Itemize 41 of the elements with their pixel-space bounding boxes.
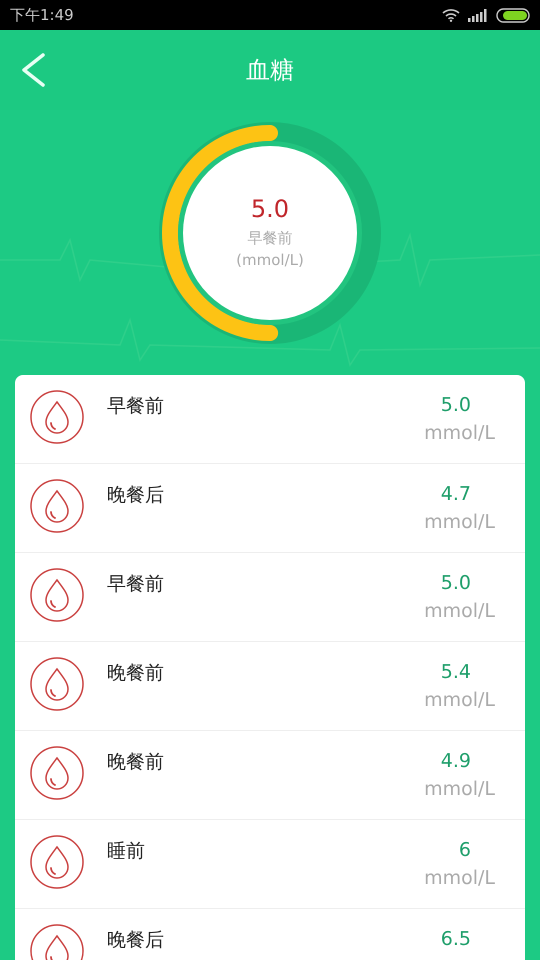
status-time: 下午1:49: [10, 6, 74, 24]
gauge-label: 早餐前: [248, 228, 292, 249]
record-row[interactable]: 晚餐后 4.7 mmol/L: [15, 464, 525, 553]
record-value: 4.7: [440, 482, 471, 506]
blood-drop-icon: [29, 478, 85, 534]
record-row[interactable]: 早餐前 5.0 mmol/L: [15, 375, 525, 464]
record-row[interactable]: 早餐前 5.0 mmol/L: [15, 553, 525, 642]
blood-drop-icon: [29, 656, 85, 712]
blood-drop-icon: [29, 567, 85, 623]
record-label: 晚餐前: [107, 750, 165, 775]
record-unit: mmol/L: [424, 510, 495, 535]
wifi-icon: [442, 8, 460, 22]
record-value: 5.0: [440, 571, 471, 595]
signal-icon: [468, 8, 488, 22]
record-label: 晚餐前: [107, 661, 165, 686]
record-row[interactable]: 晚餐后 6.5: [15, 909, 525, 960]
record-value: 4.9: [440, 749, 471, 773]
blood-drop-icon: [29, 834, 85, 890]
record-row[interactable]: 晚餐前 4.9 mmol/L: [15, 731, 525, 820]
record-label: 晚餐后: [107, 483, 165, 508]
blood-drop-icon: [29, 745, 85, 801]
page-title: 血糖: [246, 55, 294, 86]
record-unit: mmol/L: [424, 866, 495, 891]
record-unit: mmol/L: [424, 688, 495, 713]
record-row[interactable]: 晚餐前 5.4 mmol/L: [15, 642, 525, 731]
record-unit: mmol/L: [424, 599, 495, 624]
record-label: 早餐前: [107, 572, 165, 597]
record-value: 6: [458, 838, 471, 862]
record-unit: mmol/L: [424, 421, 495, 446]
record-value: 5.4: [440, 660, 471, 684]
gauge-unit: (mmol/L): [236, 250, 304, 271]
battery-icon: [496, 8, 530, 22]
record-label: 晚餐后: [107, 928, 165, 953]
record-label: 早餐前: [107, 394, 165, 419]
record-unit: mmol/L: [424, 777, 495, 802]
blood-drop-icon: [29, 389, 85, 445]
record-value: 5.0: [440, 393, 471, 417]
record-row[interactable]: 睡前 6 mmol/L: [15, 820, 525, 909]
record-value: 6.5: [440, 927, 471, 951]
record-label: 睡前: [107, 839, 146, 864]
gauge-value: 5.0: [250, 195, 290, 223]
